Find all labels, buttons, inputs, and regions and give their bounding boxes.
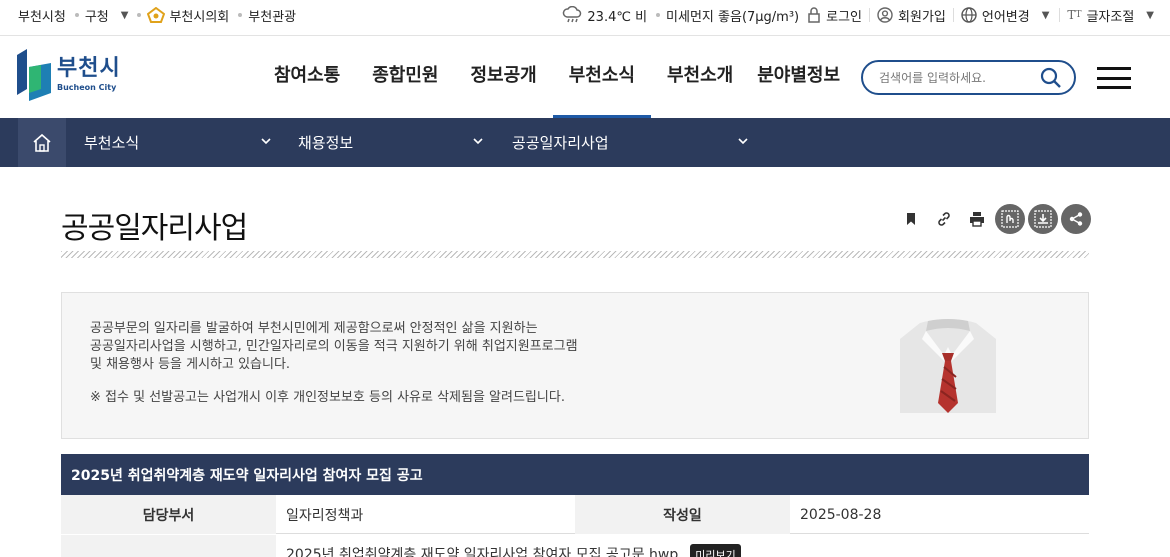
bookmark-icon[interactable] [896, 204, 926, 234]
chevron-down-icon [473, 138, 483, 145]
main-navigation: 참여소통 종합민원 정보공개 부천소식 부천소개 분야별정보 [258, 36, 856, 118]
shirt-tie-illustration [900, 319, 996, 413]
site-logo[interactable]: 부천시 Bucheon City [17, 49, 121, 101]
location-depth3[interactable]: 공공일자리사업 [512, 118, 752, 167]
separator-dot [656, 13, 661, 17]
attachment-label [61, 535, 276, 557]
dept-value: 일자리정책과 [286, 507, 364, 524]
bucheon-logo-icon [17, 49, 51, 101]
font-size-control[interactable]: 글자조절 [1086, 6, 1134, 25]
nav-about-bucheon[interactable]: 부천소개 [651, 36, 749, 118]
signup-link[interactable]: 회원가입 [898, 6, 946, 25]
intro-line-2: 공공일자리사업을 시행하고, 민간일자리로의 이동을 적극 지원하기 위해 취업… [90, 339, 578, 354]
intro-box: 공공부문의 일자리를 발굴하여 부천시민에게 제공함으로써 안정적인 삶을 지원… [61, 292, 1089, 439]
dept-label: 담당부서 [61, 495, 276, 534]
nav-info-disclosure[interactable]: 정보공개 [455, 36, 553, 118]
chevron-down-icon [261, 138, 271, 145]
search-box [861, 60, 1076, 95]
link-city-council[interactable]: 부천시의회 [169, 6, 229, 25]
dust-text: 미세먼지 좋음(7μg/m³) [666, 9, 800, 25]
council-icon [147, 7, 166, 23]
date-value: 2025-08-28 [800, 506, 882, 523]
link-icon[interactable] [929, 204, 959, 234]
chevron-down-icon[interactable]: ▼ [1042, 10, 1050, 21]
location-depth3-label: 공공일자리사업 [512, 134, 609, 152]
chevron-down-icon[interactable]: ▼ [1146, 10, 1154, 21]
font-size-icon: TT [1067, 8, 1082, 22]
qr-share-icon[interactable] [995, 204, 1025, 234]
share-icon[interactable] [1061, 204, 1091, 234]
globe-icon [961, 7, 977, 23]
page-title: 공공일자리사업 [61, 211, 248, 246]
table-row: 2025년 취업취약계층 재도약 일자리사업 참여자 모집 공고문.hwp 미리… [61, 535, 1089, 557]
location-depth2[interactable]: 채용정보 [298, 118, 484, 167]
qr-download-icon[interactable] [1028, 204, 1058, 234]
user-icon [877, 7, 893, 23]
location-depth1-label: 부천소식 [84, 134, 140, 152]
chevron-down-icon [738, 138, 748, 145]
page-tools [893, 204, 1091, 234]
preview-button[interactable]: 미리보기 [690, 544, 741, 557]
separator-dot [74, 13, 79, 17]
attachment-cell: 2025년 취업취약계층 재도약 일자리사업 참여자 모집 공고문.hwp 미리… [276, 535, 1089, 557]
login-link[interactable]: 로그인 [826, 6, 862, 25]
divider [869, 8, 871, 22]
post-title: 2025년 취업취약계층 재도약 일자리사업 참여자 모집 공고 [61, 454, 1089, 495]
search-input[interactable] [879, 68, 1029, 88]
nav-participation[interactable]: 참여소통 [258, 36, 356, 118]
separator-dot [238, 13, 243, 17]
title-divider [61, 251, 1089, 258]
menu-icon[interactable] [1097, 67, 1131, 89]
utility-bar: 부천시청 구청 ▼ 부천시의회 부천관광 23.4℃ 비 미세먼지 좋음(7μg… [0, 0, 1170, 36]
intro-line-1: 공공부문의 일자리를 발굴하여 부천시민에게 제공함으로써 안정적인 삶을 지원… [90, 321, 538, 336]
search-icon[interactable] [1040, 67, 1062, 93]
rain-cloud-icon [562, 6, 582, 24]
language-select[interactable]: 언어변경 [982, 6, 1030, 25]
divider [1059, 8, 1061, 22]
chevron-down-icon[interactable]: ▼ [121, 10, 129, 21]
link-city-hall[interactable]: 부천시청 [18, 6, 66, 25]
lock-icon [807, 7, 821, 23]
link-tourism[interactable]: 부천관광 [248, 6, 296, 25]
nav-field-info[interactable]: 분야별정보 [749, 36, 856, 118]
home-icon[interactable] [18, 118, 66, 167]
location-depth1[interactable]: 부천소식 [84, 118, 271, 167]
logo-english: Bucheon City [57, 83, 117, 92]
nav-civil-service[interactable]: 종합민원 [356, 36, 454, 118]
intro-notice: ※ 접수 및 선발공고는 사업개시 이후 개인정보보호 등의 사유로 삭제됨을 … [90, 390, 565, 405]
site-header: 부천시 Bucheon City 참여소통 종합민원 정보공개 부천소식 부천소… [0, 36, 1170, 118]
print-icon[interactable] [962, 204, 992, 234]
location-depth2-label: 채용정보 [298, 134, 354, 152]
attachment-link[interactable]: 2025년 취업취약계층 재도약 일자리사업 참여자 모집 공고문.hwp [286, 544, 678, 557]
weather-text: 23.4℃ 비 [587, 9, 648, 25]
nav-bucheon-news[interactable]: 부천소식 [552, 36, 652, 118]
intro-line-3: 및 채용행사 등을 게시하고 있습니다. [90, 357, 291, 372]
divider [952, 8, 954, 22]
separator-dot [137, 13, 142, 17]
link-district-office[interactable]: 구청 [85, 6, 109, 25]
logo-korean: 부천시 [57, 56, 121, 81]
location-bar: 부천소식 채용정보 공공일자리사업 [0, 118, 1170, 167]
table-row: 담당부서 일자리정책과 작성일 2025-08-28 [61, 495, 1089, 534]
date-label: 작성일 [575, 495, 790, 534]
